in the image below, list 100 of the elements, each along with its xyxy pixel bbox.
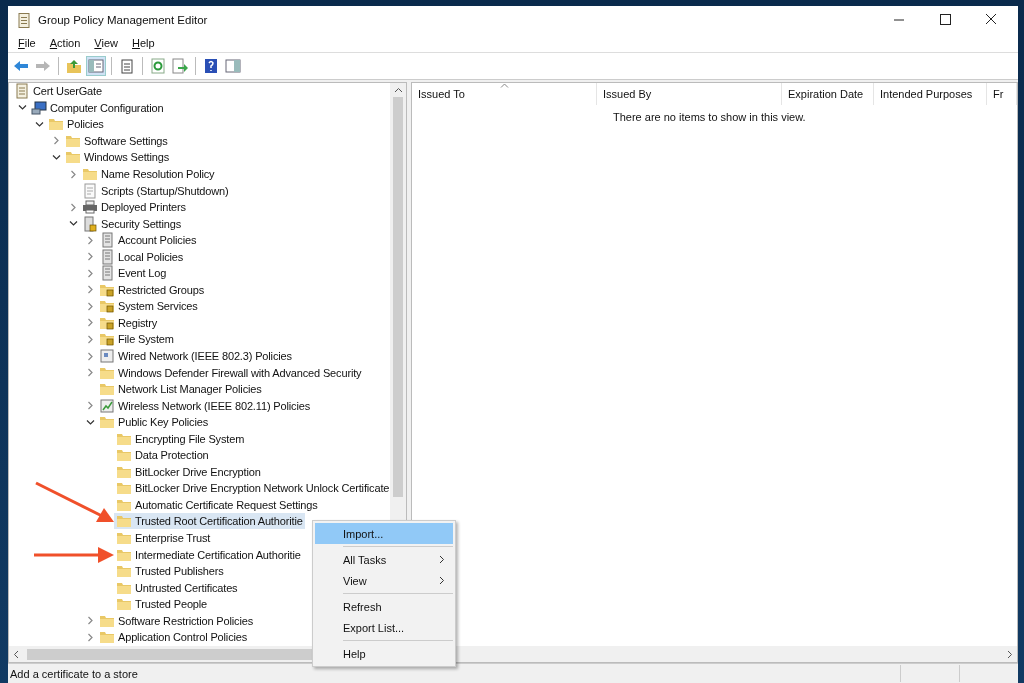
expand-toggle-icon[interactable]: [86, 318, 95, 328]
tree-item[interactable]: BitLocker Drive Encryption: [114, 463, 263, 480]
tree-item[interactable]: Cert UserGate: [12, 83, 104, 100]
tree-item[interactable]: Event Log: [97, 265, 169, 282]
expand-toggle-icon[interactable]: [86, 235, 95, 245]
tree-item[interactable]: Enterprise Trust: [114, 530, 213, 547]
column-header[interactable]: Expiration Date: [782, 83, 874, 105]
expand-toggle-icon[interactable]: [86, 368, 95, 378]
tree-item[interactable]: Software Restriction Policies: [97, 612, 256, 629]
tree-item[interactable]: Automatic Certificate Request Settings: [114, 496, 320, 513]
tree-item[interactable]: Security Settings: [80, 215, 183, 232]
show-tree-button[interactable]: [86, 56, 106, 76]
folder-icon: [116, 513, 132, 530]
tree-item[interactable]: File System: [97, 331, 176, 348]
scroll-up-icon[interactable]: [393, 87, 403, 93]
tree-item[interactable]: System Services: [97, 298, 200, 315]
menu-item[interactable]: File: [18, 37, 36, 49]
menu-item[interactable]: Help: [132, 37, 155, 49]
folder-icon: [99, 414, 115, 431]
server-icon: [99, 248, 115, 265]
tree-item[interactable]: Network List Manager Policies: [97, 381, 264, 398]
expand-toggle-icon[interactable]: [86, 301, 95, 311]
scroll-left-icon[interactable]: [13, 649, 19, 659]
refresh-button[interactable]: [148, 56, 168, 76]
menu-item[interactable]: View: [94, 37, 118, 49]
help-icon: [203, 58, 219, 74]
expand-toggle-icon[interactable]: [69, 202, 78, 212]
tree-item[interactable]: Trusted People: [114, 596, 210, 613]
tree-item[interactable]: Windows Defender Firewall with Advanced Security: [97, 364, 364, 381]
column-header[interactable]: Fr: [987, 83, 1017, 105]
expand-toggle-icon[interactable]: [86, 285, 95, 295]
tree-item[interactable]: Wireless Network (IEEE 802.11) Policies: [97, 397, 312, 414]
tree-item[interactable]: Untrusted Certificates: [114, 579, 240, 596]
document-icon: [82, 182, 98, 199]
tree-item[interactable]: Local Policies: [97, 248, 186, 265]
computer-icon: [31, 99, 47, 116]
tree-item[interactable]: Encrypting File System: [114, 430, 247, 447]
tree-item[interactable]: Name Resolution Policy: [80, 166, 217, 182]
tree-item[interactable]: Software Settings: [63, 132, 170, 149]
menu-item[interactable]: Refresh: [315, 596, 453, 617]
menu-item[interactable]: All Tasks: [315, 549, 453, 570]
tree-item[interactable]: Computer Configuration: [29, 99, 166, 116]
menu-item[interactable]: Import...: [315, 523, 453, 549]
expand-toggle-icon[interactable]: [86, 616, 95, 626]
expand-toggle-icon[interactable]: [86, 252, 95, 262]
menu-item[interactable]: Help: [315, 643, 453, 664]
locked-document-icon: [82, 215, 98, 232]
document-icon: [14, 83, 30, 100]
export-icon: [172, 58, 188, 74]
locked-folder-icon: [99, 298, 115, 315]
clipboard-icon: [119, 58, 135, 74]
tree-item[interactable]: Trusted Publishers: [114, 563, 226, 580]
expand-toggle-icon[interactable]: [69, 169, 78, 179]
expand-toggle-icon[interactable]: [35, 119, 44, 129]
tree-item[interactable]: Scripts (Startup/Shutdown): [80, 182, 231, 199]
locked-folder-icon: [99, 331, 115, 348]
tree-item[interactable]: Intermediate Certification Authoritie: [114, 546, 303, 563]
expand-toggle-icon[interactable]: [86, 401, 95, 411]
sort-caret-icon: [500, 83, 509, 88]
side-pane-icon: [225, 58, 241, 74]
tree-item[interactable]: Account Policies: [97, 232, 199, 249]
tree-item[interactable]: Application Control Policies: [97, 629, 250, 646]
expand-toggle-icon[interactable]: [86, 268, 95, 278]
expand-toggle-icon[interactable]: [52, 152, 61, 162]
expand-toggle-icon[interactable]: [69, 219, 78, 229]
expand-toggle-icon[interactable]: [86, 417, 95, 427]
folder-icon: [116, 563, 132, 580]
expand-toggle-icon[interactable]: [18, 103, 27, 113]
tree-item[interactable]: Public Key Policies: [97, 414, 211, 431]
folder-icon: [116, 447, 132, 464]
menu-item[interactable]: Action: [49, 37, 81, 49]
folder-icon: [99, 629, 115, 646]
status-text: Add a certificate to a store: [9, 667, 139, 680]
menu-item[interactable]: Export List...: [315, 617, 453, 643]
expand-toggle-icon[interactable]: [52, 136, 61, 146]
folder-icon: [48, 116, 64, 133]
export-button[interactable]: [170, 56, 190, 76]
tree-item[interactable]: Data Protection: [114, 447, 211, 464]
tree-item[interactable]: Restricted Groups: [97, 281, 207, 298]
column-header[interactable]: Issued To: [412, 83, 597, 105]
menu-item[interactable]: View: [315, 570, 453, 596]
expand-toggle-icon[interactable]: [86, 334, 95, 344]
empty-list-message: There are no items to show in this view.: [613, 111, 806, 123]
tree-item[interactable]: Trusted Root Certification Authoritie: [114, 513, 305, 530]
tree-item[interactable]: BitLocker Drive Encryption Network Unlock Certificate: [114, 480, 390, 497]
expand-toggle-icon[interactable]: [86, 632, 95, 642]
tree-item[interactable]: Policies: [46, 116, 106, 133]
folder-up-icon: [66, 58, 82, 74]
column-header[interactable]: Intended Purposes: [874, 83, 987, 105]
scroll-right-icon[interactable]: [1007, 649, 1013, 659]
network-icon: [99, 348, 115, 364]
document-icon: [18, 12, 30, 28]
column-header[interactable]: Issued By: [597, 83, 782, 105]
tree-item[interactable]: Wired Network (IEEE 802.3) Policies: [97, 348, 294, 364]
tree-item[interactable]: Windows Settings: [63, 149, 172, 166]
folder-icon: [116, 530, 132, 547]
tree-item[interactable]: Deployed Printers: [80, 199, 188, 216]
expand-toggle-icon[interactable]: [86, 351, 95, 361]
server-icon: [99, 265, 115, 282]
tree-item[interactable]: Registry: [97, 314, 160, 331]
